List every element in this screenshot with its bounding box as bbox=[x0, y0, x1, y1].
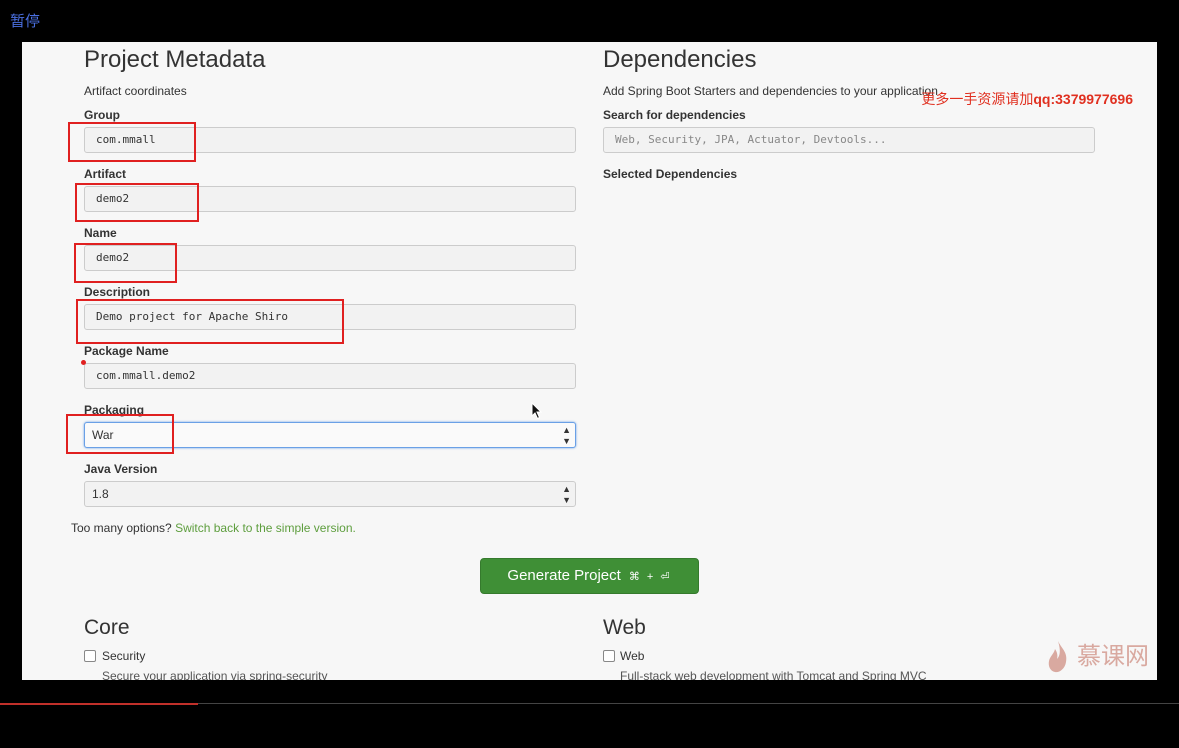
security-description: Secure your application via spring-secur… bbox=[102, 669, 328, 680]
select-arrows-icon: ▲ ▼ bbox=[562, 425, 571, 446]
annotation-box-description bbox=[76, 299, 344, 344]
select-arrows-icon: ▲ ▼ bbox=[562, 484, 571, 505]
imooc-logo: 慕课网 bbox=[1047, 636, 1149, 674]
generate-project-label: Generate Project bbox=[507, 567, 621, 584]
keyboard-shortcut-hint: ⌘ + ⏎ bbox=[628, 571, 672, 583]
dependencies-subtitle: Add Spring Boot Starters and dependencie… bbox=[603, 84, 938, 98]
simple-version-prompt: Too many options? Switch back to the sim… bbox=[71, 521, 356, 535]
annotation-box-group bbox=[68, 122, 196, 162]
project-metadata-title: Project Metadata bbox=[84, 46, 266, 73]
security-checkbox[interactable] bbox=[84, 650, 96, 662]
web-section-title: Web bbox=[603, 616, 646, 639]
logo-text: 慕课网 bbox=[1077, 642, 1149, 670]
mouse-cursor-icon bbox=[531, 402, 543, 420]
security-label: Security bbox=[102, 649, 146, 663]
core-section-title: Core bbox=[84, 616, 130, 639]
package-name-input[interactable]: com.mmall.demo2 bbox=[84, 363, 576, 389]
search-dependencies-label: Search for dependencies bbox=[603, 108, 746, 122]
name-label: Name bbox=[84, 226, 117, 240]
selected-dependencies-label: Selected Dependencies bbox=[603, 167, 738, 181]
annotation-box-packaging bbox=[66, 414, 174, 454]
annotation-dot bbox=[81, 360, 86, 365]
web-description: Full-stack web development with Tomcat a… bbox=[620, 669, 927, 680]
flame-icon bbox=[1049, 641, 1067, 673]
generate-project-button[interactable]: Generate Project ⌘ + ⏎ bbox=[480, 558, 699, 594]
dependencies-title: Dependencies bbox=[603, 46, 757, 73]
search-dependencies-input[interactable]: Web, Security, JPA, Actuator, Devtools..… bbox=[603, 127, 1095, 153]
annotation-box-artifact bbox=[75, 183, 199, 222]
description-label: Description bbox=[84, 285, 151, 299]
artifact-coordinates-subtitle: Artifact coordinates bbox=[84, 84, 187, 98]
group-label: Group bbox=[84, 108, 120, 122]
web-checkbox[interactable] bbox=[603, 650, 615, 662]
artifact-label: Artifact bbox=[84, 167, 127, 181]
pause-label[interactable]: 暂停 bbox=[10, 10, 40, 31]
too-many-options-text: Too many options? bbox=[71, 521, 172, 535]
web-label: Web bbox=[620, 649, 645, 663]
package-name-label: Package Name bbox=[84, 344, 169, 358]
java-version-value: 1.8 bbox=[92, 487, 109, 501]
annotation-box-name bbox=[74, 243, 177, 283]
java-version-select[interactable]: 1.8 ▲ ▼ bbox=[84, 481, 576, 507]
watermark-qq: qq:3379977696 bbox=[1033, 91, 1133, 107]
video-frame: Project Metadata Artifact coordinates Gr… bbox=[22, 42, 1157, 680]
watermark-text: 更多一手资源请加qq:3379977696 bbox=[921, 89, 1133, 109]
switch-simple-version-link[interactable]: Switch back to the simple version. bbox=[175, 521, 356, 535]
java-version-label: Java Version bbox=[84, 462, 158, 476]
watermark-cn: 更多一手资源请加 bbox=[921, 92, 1034, 108]
video-progress-fill bbox=[0, 703, 199, 705]
